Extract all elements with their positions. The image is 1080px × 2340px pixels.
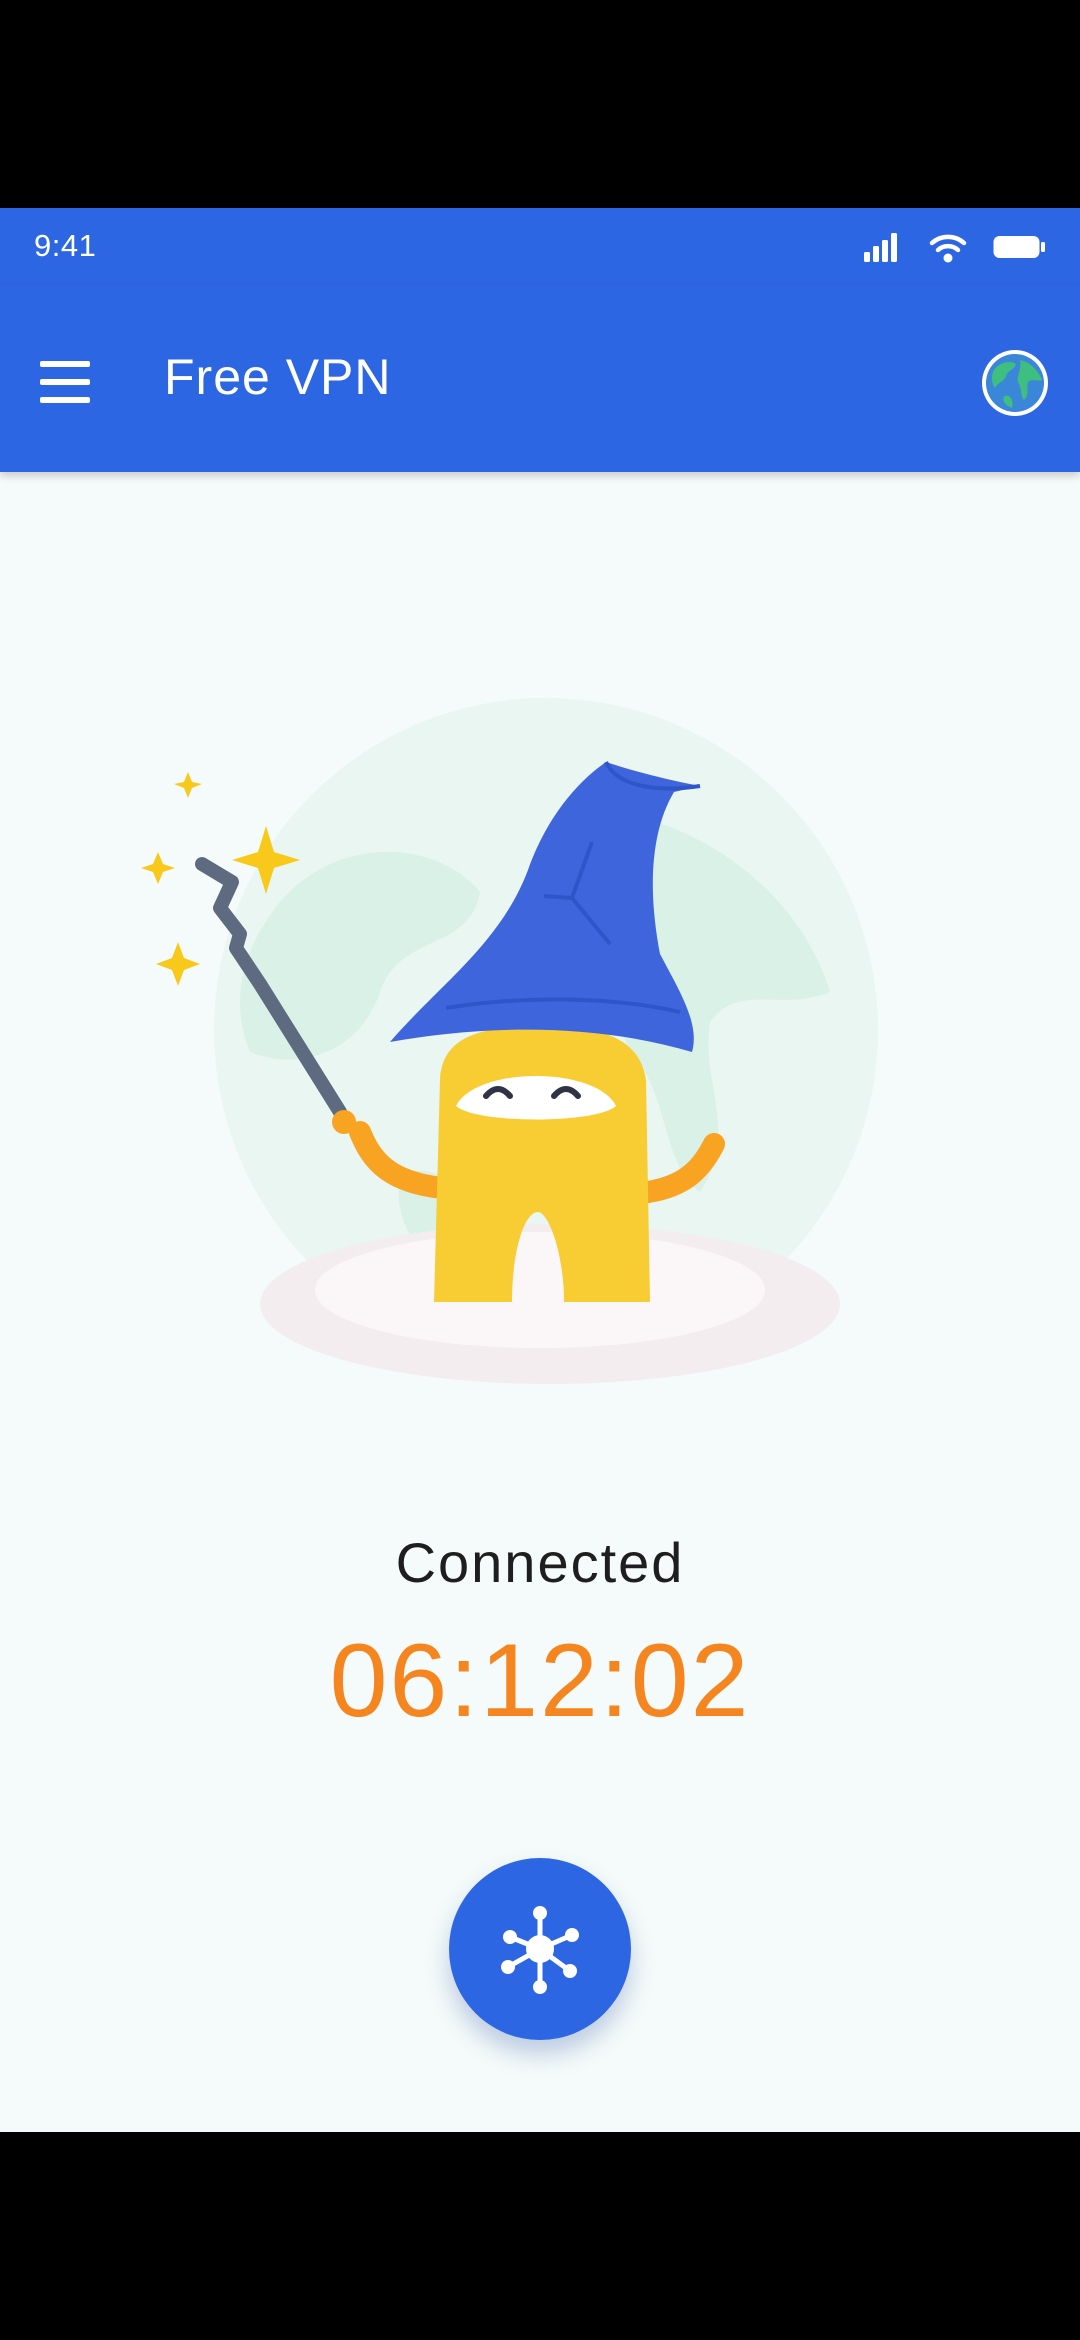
status-icons [862,230,1052,264]
connection-status: Connected [395,1531,685,1594]
server-location-button[interactable] [980,348,1050,418]
app-screen: 9:41 Free VPN Connected 06:12:02 [0,0,1080,2340]
battery-icon [993,236,1045,258]
status-bar: 9:41 [0,208,1080,286]
wizard-mascot-illustration [141,698,878,1384]
hamburger-menu-icon [40,361,90,403]
connect-button[interactable] [449,1858,631,2040]
menu-button[interactable] [26,342,106,422]
network-hub-icon [501,1906,579,1994]
status-time: 9:41 [34,228,97,263]
wifi-icon [929,234,967,263]
app-title: Free VPN [164,349,392,405]
app-bar: Free VPN [0,286,1080,472]
globe-icon [982,350,1048,416]
connection-timer: 06:12:02 [329,1623,751,1739]
signal-icon [864,233,897,262]
main-content: Connected 06:12:02 [0,472,1080,2132]
